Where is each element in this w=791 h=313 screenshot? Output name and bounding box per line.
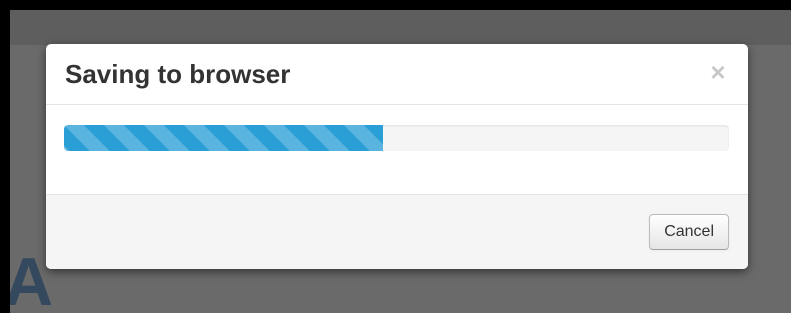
progress-track xyxy=(64,125,729,151)
dialog-footer: Cancel xyxy=(46,194,748,269)
progress-bar xyxy=(64,125,384,151)
cancel-button[interactable]: Cancel xyxy=(649,214,729,250)
dialog-title: Saving to browser xyxy=(65,59,291,89)
dialog-body xyxy=(46,105,748,194)
screen-frame: A Saving to browser × Cancel xyxy=(0,0,791,313)
dialog-header: Saving to browser × xyxy=(46,44,748,105)
saving-dialog: Saving to browser × Cancel xyxy=(46,44,748,269)
background-navbar xyxy=(10,10,791,45)
close-icon[interactable]: × xyxy=(707,58,729,86)
